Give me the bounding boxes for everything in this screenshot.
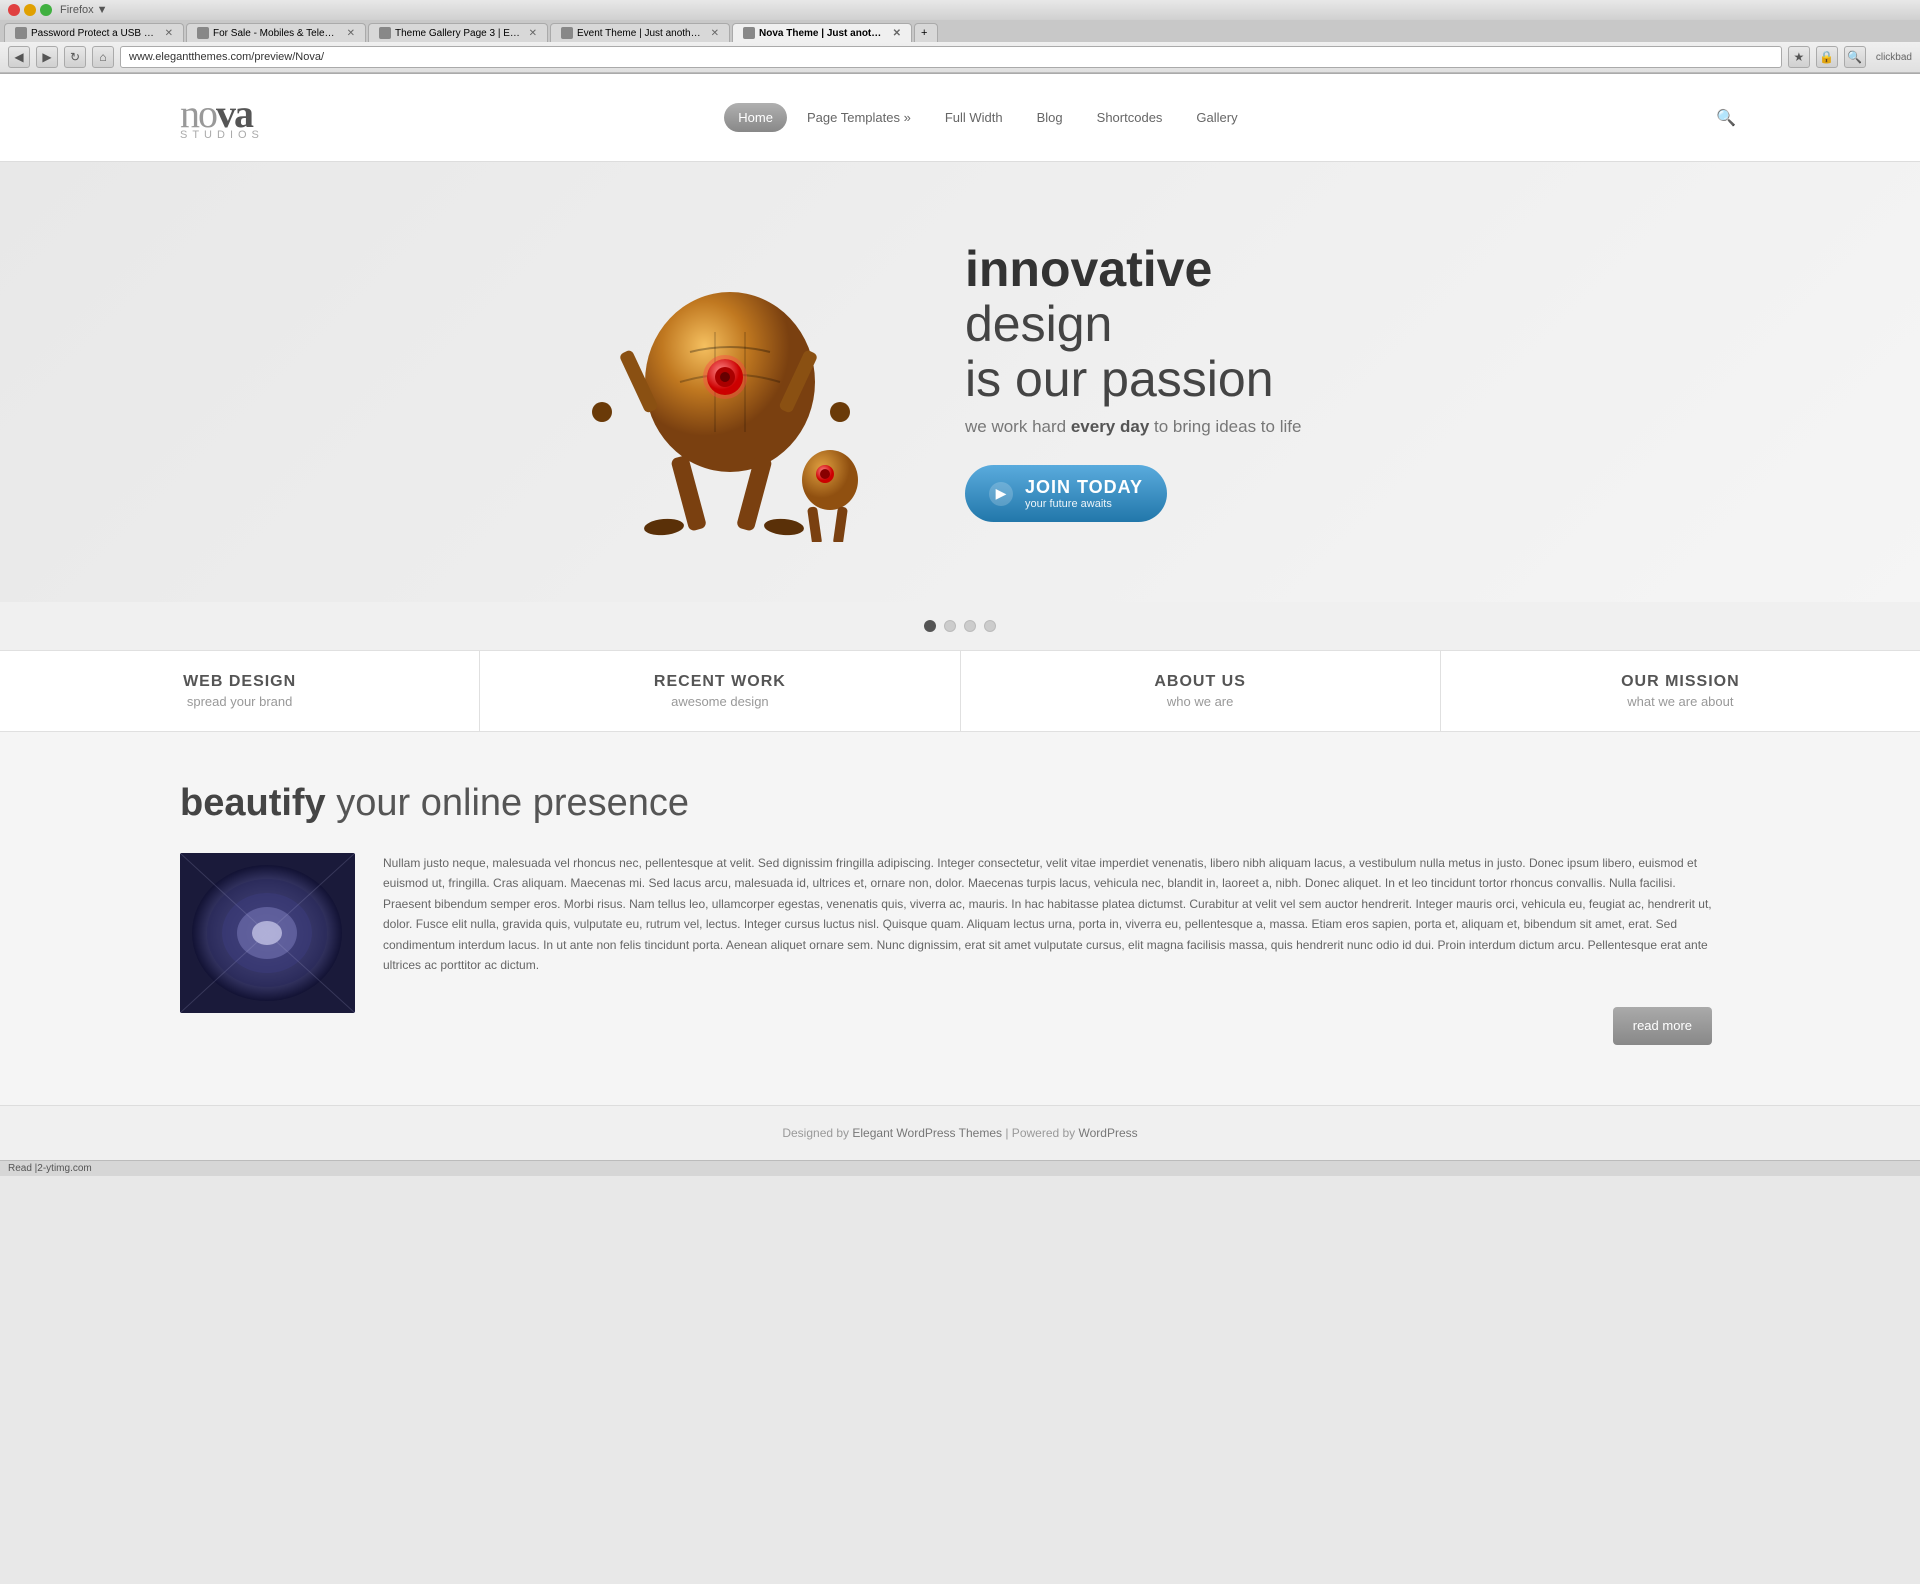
hero-text: innovative design is our passion we work… <box>965 242 1365 522</box>
slider-dot-4[interactable] <box>984 620 996 632</box>
tab-label: Password Protect a USB Flash Disk /... <box>31 28 157 39</box>
content-image <box>180 853 355 1013</box>
nav-bar: ◀ ▶ ↻ ⌂ ★ 🔒 🔍 clickbad <box>0 42 1920 73</box>
tab-favicon <box>15 27 27 39</box>
tab-nova-theme[interactable]: Nova Theme | Just another WordPress... ✕ <box>732 23 912 42</box>
feature-about-us[interactable]: ABOUT US who we are <box>961 651 1441 731</box>
tab-bar: Password Protect a USB Flash Disk /... ✕… <box>0 20 1920 42</box>
user-account: clickbad <box>1876 52 1912 63</box>
content-body: Nullam justo neque, malesuada vel rhoncu… <box>180 853 1740 1045</box>
footer-elegant-themes-link[interactable]: Elegant WordPress Themes <box>852 1126 1002 1140</box>
hero-headline: innovative design is our passion <box>965 242 1365 407</box>
feature-recent-work[interactable]: RECENT WORK awesome design <box>480 651 960 731</box>
slider-dot-1[interactable] <box>924 620 936 632</box>
tab-label: Event Theme | Just another WordPress... <box>577 28 703 39</box>
back-button[interactable]: ◀ <box>8 46 30 68</box>
content-section: beautify your online presence <box>0 732 1920 1105</box>
tab-favicon <box>743 27 755 39</box>
site-header: nova STUDIOS Home Page Templates » Full … <box>0 74 1920 162</box>
tab-favicon <box>561 27 573 39</box>
tab-forsale[interactable]: For Sale - Mobiles & Telephony - Mo... ✕ <box>186 23 366 42</box>
address-bar[interactable] <box>120 46 1782 68</box>
ssl-indicator: 🔒 <box>1816 46 1838 68</box>
browser-name: Firefox ▼ <box>60 4 108 16</box>
tab-close-icon[interactable]: ✕ <box>893 28 901 39</box>
slider-dots <box>0 602 1920 650</box>
hero-image <box>555 222 905 542</box>
cta-arrow-icon: ▶ <box>989 482 1013 506</box>
feature-web-design[interactable]: WEB DESIGN spread your brand <box>0 651 480 731</box>
search-button[interactable]: 🔍 <box>1844 46 1866 68</box>
nav-page-templates[interactable]: Page Templates » <box>793 103 925 132</box>
nav-gallery[interactable]: Gallery <box>1182 103 1251 132</box>
tab-close-icon[interactable]: ✕ <box>529 28 537 39</box>
close-window-button[interactable] <box>8 4 20 16</box>
site-footer: Designed by Elegant WordPress Themes | P… <box>0 1105 1920 1160</box>
tab-close-icon[interactable]: ✕ <box>347 28 355 39</box>
tab-theme-gallery[interactable]: Theme Gallery Page 3 | Elegant Themes...… <box>368 23 548 42</box>
tab-favicon <box>197 27 209 39</box>
join-today-button[interactable]: ▶ JOIN TODAY your future awaits <box>965 465 1167 522</box>
slider-dot-2[interactable] <box>944 620 956 632</box>
content-text: Nullam justo neque, malesuada vel rhoncu… <box>383 853 1712 1045</box>
forward-button[interactable]: ▶ <box>36 46 58 68</box>
page-content: nova STUDIOS Home Page Templates » Full … <box>0 74 1920 1160</box>
footer-wordpress-link[interactable]: WordPress <box>1079 1126 1138 1140</box>
tab-close-icon[interactable]: ✕ <box>165 28 173 39</box>
hero-subtitle: we work hard every day to bring ideas to… <box>965 417 1365 437</box>
nav-blog[interactable]: Blog <box>1023 103 1077 132</box>
feature-bar: WEB DESIGN spread your brand RECENT WORK… <box>0 650 1920 732</box>
tab-label: Nova Theme | Just another WordPress... <box>759 28 885 39</box>
robot-illustration <box>560 222 900 542</box>
hero-section: innovative design is our passion we work… <box>0 162 1920 602</box>
tab-label: Theme Gallery Page 3 | Elegant Themes... <box>395 28 521 39</box>
new-tab-button[interactable]: + <box>914 23 938 42</box>
traffic-lights <box>8 4 52 16</box>
nav-shortcodes[interactable]: Shortcodes <box>1083 103 1177 132</box>
site-logo[interactable]: nova STUDIOS <box>180 94 264 141</box>
feature-our-mission[interactable]: OUR MISSION what we are about <box>1441 651 1920 731</box>
slider-dot-3[interactable] <box>964 620 976 632</box>
tab-label: For Sale - Mobiles & Telephony - Mo... <box>213 28 339 39</box>
read-more-button[interactable]: read more <box>1613 1007 1712 1045</box>
tab-password[interactable]: Password Protect a USB Flash Disk /... ✕ <box>4 23 184 42</box>
home-button[interactable]: ⌂ <box>92 46 114 68</box>
title-bar: Firefox ▼ <box>0 0 1920 20</box>
browser-chrome: Firefox ▼ Password Protect a USB Flash D… <box>0 0 1920 74</box>
main-navigation: Home Page Templates » Full Width Blog Sh… <box>724 103 1251 132</box>
status-bar: Read |2-ytimg.com <box>0 1160 1920 1176</box>
nav-full-width[interactable]: Full Width <box>931 103 1017 132</box>
nav-home[interactable]: Home <box>724 103 787 132</box>
minimize-window-button[interactable] <box>24 4 36 16</box>
maximize-window-button[interactable] <box>40 4 52 16</box>
bookmark-button[interactable]: ★ <box>1788 46 1810 68</box>
content-heading: beautify your online presence <box>180 782 1740 825</box>
tab-favicon <box>379 27 391 39</box>
tab-close-icon[interactable]: ✕ <box>711 28 719 39</box>
reload-button[interactable]: ↻ <box>64 46 86 68</box>
header-search-button[interactable]: 🔍 <box>1712 104 1740 132</box>
tunnel-visual <box>180 853 355 1013</box>
cta-text: JOIN TODAY your future awaits <box>1025 477 1143 510</box>
tunnel-svg <box>180 853 355 1013</box>
tab-event-theme[interactable]: Event Theme | Just another WordPress... … <box>550 23 730 42</box>
